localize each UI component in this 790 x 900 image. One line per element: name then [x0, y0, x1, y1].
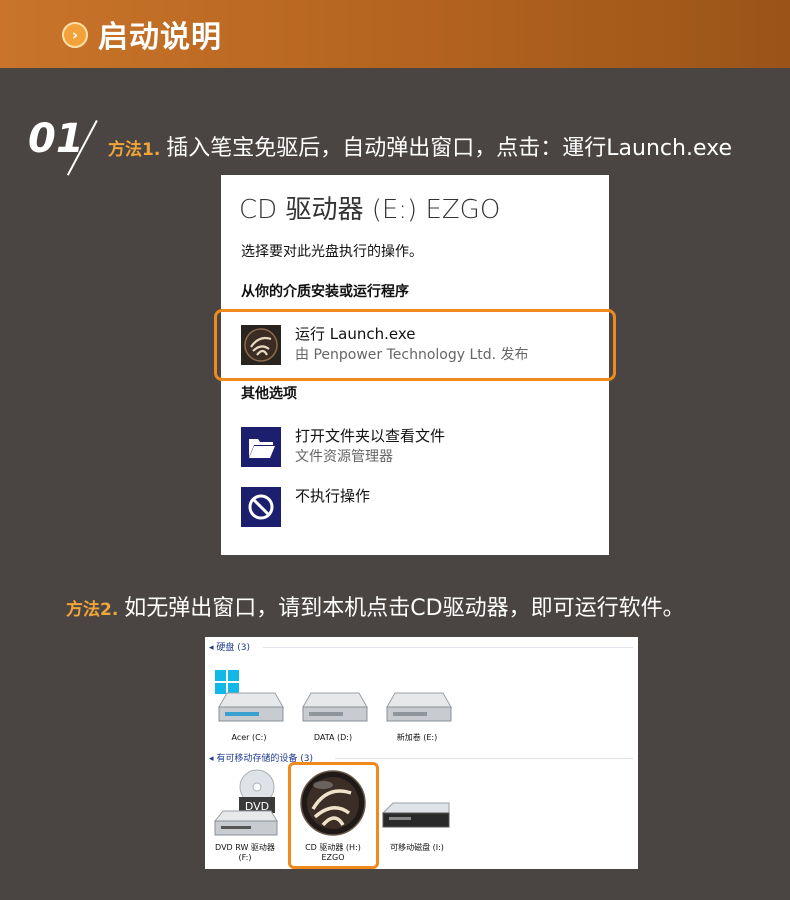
- dialog-prompt: 选择要对此光盘执行的操作。: [241, 244, 423, 260]
- drive-c-label: Acer (C:): [231, 733, 267, 742]
- drive-f-label: DVD RW 驱动器 (F:): [215, 843, 275, 862]
- method-1-tag: 方法1.: [108, 140, 161, 160]
- method-1-instruction: 方法1. 插入笔宝免驱后，自动弹出窗口，点击：運行Launch.exe: [108, 130, 732, 162]
- page-title: 启动说明: [98, 20, 222, 55]
- hard-drive-icon: [386, 692, 452, 722]
- folder-icon: [241, 427, 281, 467]
- drive-e[interactable]: 新加卷 (E:): [377, 667, 457, 747]
- section-other-heading: 其他选项: [241, 386, 297, 402]
- group-hdd-label: 硬盘 (3): [216, 643, 251, 653]
- no-action-icon: [241, 487, 281, 527]
- run-option-highlight: [214, 309, 616, 381]
- drive-d-label: DATA (D:): [313, 733, 353, 742]
- removable-disk-icon: [381, 802, 450, 828]
- drive-i-label: 可移动磁盘 (I:): [390, 843, 444, 852]
- header-banner: › 启动说明: [0, 0, 790, 68]
- method-2-tag: 方法2.: [66, 600, 119, 620]
- no-action-title: 不执行操作: [295, 487, 371, 505]
- open-folder-option[interactable]: 打开文件夹以查看文件 文件资源管理器: [241, 425, 591, 469]
- dialog-title: CD 驱动器 (E:) EZGO: [239, 195, 501, 225]
- drive-d[interactable]: DATA (D:): [293, 667, 373, 747]
- cd-drive-highlight: [288, 762, 379, 869]
- group-hdd-heading[interactable]: ◂ 硬盘 (3): [209, 640, 250, 653]
- section-install-heading: 从你的介质安装或运行程序: [241, 284, 409, 300]
- chevron-right-icon: ›: [62, 22, 88, 48]
- open-folder-title: 打开文件夹以查看文件: [295, 427, 446, 445]
- drive-f[interactable]: DVD DVD RW 驱动器 (F:): [205, 767, 285, 867]
- hard-drive-icon: [302, 692, 368, 722]
- drive-c[interactable]: Acer (C:): [209, 667, 289, 747]
- explorer-panel: ◂ 硬盘 (3) Acer (C:) DATA (D:) 新加卷 (E:) ◂ …: [205, 637, 638, 869]
- method-1-text: 插入笔宝免驱后，自动弹出窗口，点击：運行Launch.exe: [166, 136, 732, 161]
- group-divider: [263, 647, 633, 648]
- method-2-instruction: 方法2. 如无弹出窗口，请到本机点击CD驱动器，即可运行软件。: [66, 590, 685, 622]
- no-action-option[interactable]: 不执行操作: [241, 485, 591, 529]
- step-number: 01: [28, 116, 84, 162]
- drive-i[interactable]: 可移动磁盘 (I:): [377, 767, 457, 867]
- open-folder-subtitle: 文件资源管理器: [295, 449, 393, 465]
- dvd-drive-icon: DVD: [213, 769, 278, 836]
- drive-e-label: 新加卷 (E:): [396, 733, 438, 742]
- windows-drive-icon: [215, 670, 284, 722]
- group-divider: [335, 758, 633, 759]
- method-2-text: 如无弹出窗口，请到本机点击CD驱动器，即可运行软件。: [124, 596, 685, 621]
